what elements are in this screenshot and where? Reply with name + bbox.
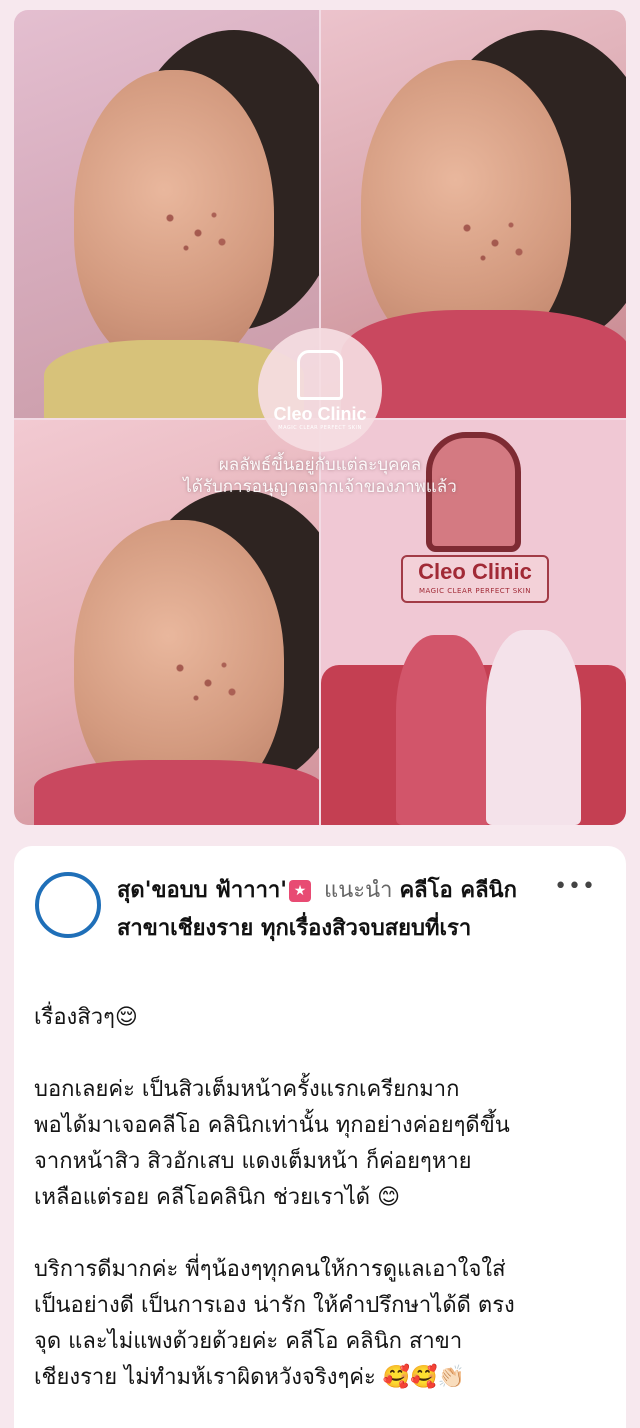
acne-spots [154, 200, 234, 260]
recommendation-post-card: สุด'ขอบบ ฟ้าาาา' ★ แนะนำ คลีโอ คลีนิก สาข… [14, 846, 626, 1428]
post-paragraph-3: บริการดีมากค่ะ พี่ๆน้องๆทุกคนให้การดูแลเ… [34, 1257, 515, 1390]
post-body: เรื่องสิวๆ😌 บอกเลยค่ะ เป็นสิวเต็มหน้าครั… [34, 1000, 614, 1428]
wall-sign-name: Cleo Clinic [418, 559, 532, 584]
disclaimer-line-1: ผลลัพธ์ขึ้นอยู่กับแต่ละบุคคล [218, 455, 422, 475]
star-badge-icon: ★ [289, 880, 312, 902]
acne-spots [164, 650, 244, 710]
clothing [34, 760, 319, 825]
acne-spots [451, 210, 531, 270]
disclaimer-line-2: ได้รับการอนุญาตจากเจ้าของภาพแล้ว [183, 477, 457, 497]
author-name[interactable]: สุด'ขอบบ ฟ้าาาา' [117, 878, 287, 903]
staff-person [486, 630, 581, 825]
post-paragraph-1: เรื่องสิวๆ😌 [34, 1005, 138, 1030]
cleo-clinic-logo: Cleo Clinic MAGIC CLEAR PERFECT SKIN [258, 328, 382, 452]
logo-tagline: MAGIC CLEAR PERFECT SKIN [278, 424, 362, 431]
post-paragraph-2: บอกเลยค่ะ เป็นสิวเต็มหน้าครั้งแรกเครียกม… [34, 1077, 510, 1210]
more-options-icon[interactable]: ••• [554, 874, 596, 899]
clothing [341, 310, 626, 418]
clinic-wall-sign: Cleo Clinic MAGIC CLEAR PERFECT SKIN [401, 555, 549, 603]
avatar[interactable] [35, 872, 101, 938]
clinic-logo-icon [297, 349, 343, 400]
logo-name: Cleo Clinic [273, 403, 367, 424]
before-after-photo-collage[interactable]: Cleo Clinic MAGIC CLEAR PERFECT SKIN Cle… [14, 10, 626, 825]
customer-person [396, 635, 491, 825]
post-header: สุด'ขอบบ ฟ้าาาา' ★ แนะนำ คลีโอ คลีนิก สาข… [117, 872, 547, 948]
wall-sign-tagline: MAGIC CLEAR PERFECT SKIN [418, 587, 532, 595]
recommend-verb: แนะนำ [324, 878, 393, 903]
